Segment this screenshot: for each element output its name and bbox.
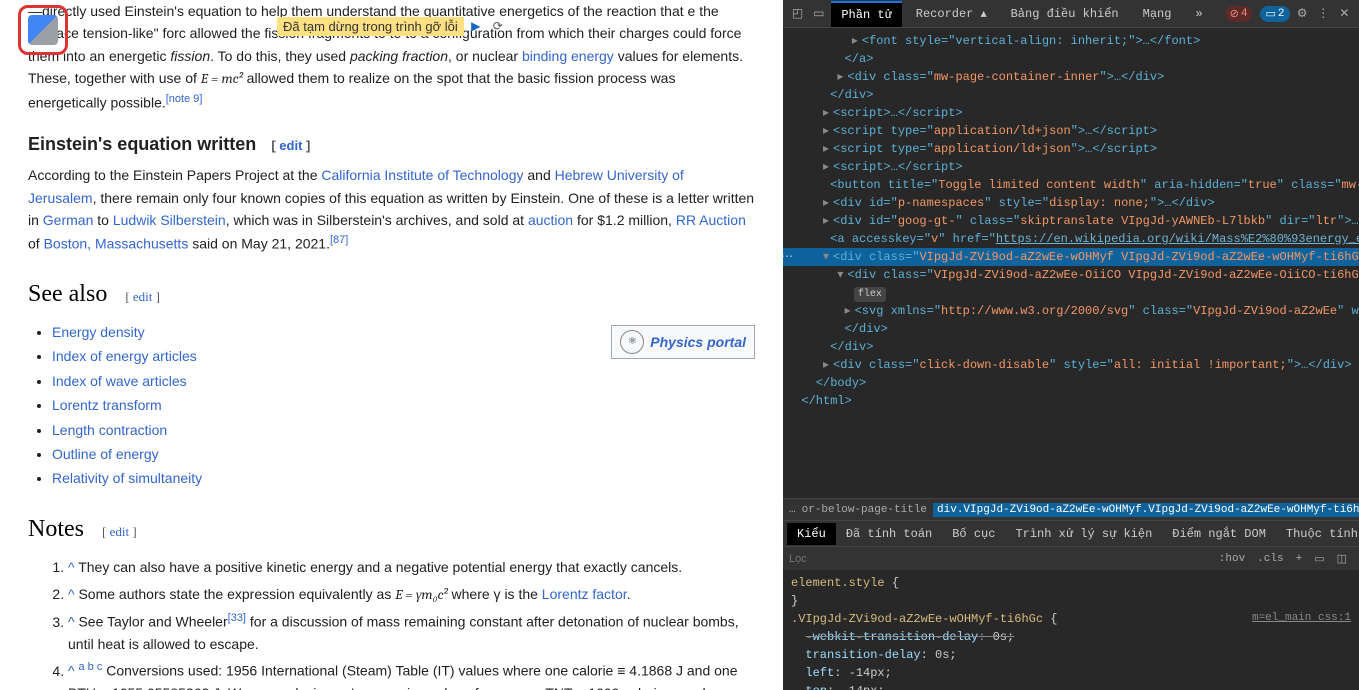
edit-link[interactable]: edit: [133, 289, 153, 304]
portal-link[interactable]: Physics portal: [650, 331, 746, 353]
debug-paused-text: Đã tạm dừng trong trình gỡ lỗi: [277, 17, 464, 36]
list-item[interactable]: Length contraction: [52, 422, 167, 438]
heading-einstein-equation: Einstein's equation written [ edit ]: [28, 130, 755, 159]
tab-elements[interactable]: Phần tử: [831, 1, 901, 27]
info-count-badge[interactable]: ▭ 2: [1260, 6, 1289, 22]
note9-ref[interactable]: [note 9]: [166, 93, 203, 105]
tab-layout[interactable]: Bố cục: [942, 523, 1005, 545]
atom-icon: ⚛: [620, 330, 644, 354]
error-count-badge[interactable]: ⊘ 4: [1225, 6, 1253, 22]
list-item[interactable]: Outline of energy: [52, 446, 159, 462]
physics-portal-box[interactable]: ⚛ Physics portal: [611, 325, 755, 359]
inspect-icon[interactable]: ◰: [789, 4, 806, 24]
bc-item[interactable]: or-below-page-title: [802, 504, 927, 516]
cls-button[interactable]: .cls: [1251, 553, 1289, 565]
resume-icon[interactable]: ▶: [466, 17, 486, 35]
heading-notes: Notes [ edit ]: [28, 510, 755, 548]
google-translate-icon[interactable]: [18, 5, 68, 55]
source-link[interactable]: m=el_main css:1: [1252, 610, 1351, 627]
flex-badge[interactable]: flex: [854, 287, 886, 302]
bc-ellipsis[interactable]: …: [789, 504, 796, 516]
styles-pane[interactable]: element.style { } .VIpgJd-ZVi9od-aZ2wEe-…: [783, 570, 1359, 690]
dom-breadcrumb[interactable]: … or-below-page-title div.VIpgJd-ZVi9od-…: [783, 498, 1359, 520]
note-item: ^ Some authors state the expression equi…: [68, 583, 755, 606]
list-item[interactable]: Relativity of simultaneity: [52, 470, 202, 486]
tab-styles[interactable]: Kiểu: [787, 523, 836, 545]
tab-console[interactable]: Bảng điều khiển: [1001, 2, 1129, 26]
list-item[interactable]: Index of energy articles: [52, 348, 197, 364]
binding-energy-link[interactable]: binding energy: [522, 48, 614, 64]
tab-dom-breakpoints[interactable]: Điểm ngắt DOM: [1162, 523, 1276, 545]
panel-icon[interactable]: ◫: [1331, 552, 1353, 566]
notes-list: ^ They can also have a positive kinetic …: [68, 556, 755, 690]
list-item[interactable]: Index of wave articles: [52, 373, 187, 389]
tab-network[interactable]: Mạng: [1133, 2, 1182, 26]
add-rule-icon[interactable]: +: [1290, 553, 1309, 565]
dom-tree[interactable]: ▸<font style="vertical-align: inherit;">…: [783, 28, 1359, 498]
german-link[interactable]: German: [43, 212, 94, 228]
step-over-icon[interactable]: ⟳: [488, 17, 508, 35]
tab-properties[interactable]: Thuộc tính: [1276, 523, 1359, 545]
note-item: ^ They can also have a positive kinetic …: [68, 556, 755, 578]
selected-dom-node[interactable]: ⋯ ▾<div class="VIpgJd-ZVi9od-aZ2wEe-wOHM…: [783, 248, 1359, 266]
device-icon[interactable]: ▭: [1308, 552, 1330, 566]
kebab-icon[interactable]: ⋮: [1315, 4, 1332, 24]
edit-link[interactable]: edit: [110, 524, 130, 539]
hov-button[interactable]: :hov: [1213, 553, 1251, 565]
styles-tabbar: Kiểu Đã tính toán Bố cục Trình xử lý sự …: [783, 520, 1359, 546]
list-item[interactable]: Lorentz transform: [52, 397, 162, 413]
boston-link[interactable]: Boston, Massachusetts: [44, 235, 189, 251]
more-tabs[interactable]: »: [1185, 2, 1212, 26]
note-item: ^ See Taylor and Wheeler[33] for a discu…: [68, 610, 755, 655]
lorentz-factor-link[interactable]: Lorentz factor: [542, 586, 627, 602]
rr-auction-link[interactable]: RR Auction: [676, 212, 746, 228]
heading-see-also: See also [ edit ]: [28, 275, 755, 313]
list-item[interactable]: Energy density: [52, 324, 145, 340]
tab-computed[interactable]: Đã tính toán: [836, 523, 942, 545]
styles-filter-input[interactable]: [789, 553, 1213, 565]
caltech-link[interactable]: California Institute of Technology: [321, 167, 523, 183]
devtools-tabbar: ◰ ▭ Phần tử Recorder ▴ Bảng điều khiển M…: [783, 0, 1359, 28]
ref87[interactable]: [87]: [330, 234, 348, 246]
ref33[interactable]: [33]: [228, 612, 246, 624]
article-body: —directly used Einstein's equation to he…: [28, 0, 755, 690]
auction-link[interactable]: auction: [528, 212, 573, 228]
edit-link[interactable]: edit: [279, 138, 302, 153]
bc-item-selected[interactable]: div.VIpgJd-ZVi9od-aZ2wEe-wOHMyf.VIpgJd-Z…: [933, 503, 1359, 517]
note-item: ^ a b c Conversions used: 1956 Internati…: [68, 659, 755, 690]
gear-icon[interactable]: ⚙: [1294, 4, 1311, 24]
ludwik-link[interactable]: Ludwik Silberstein: [113, 212, 226, 228]
devtools-pane: ◰ ▭ Phần tử Recorder ▴ Bảng điều khiển M…: [783, 0, 1359, 690]
close-icon[interactable]: ✕: [1336, 4, 1353, 24]
paragraph: According to the Einstein Papers Project…: [28, 164, 755, 254]
wikipedia-article-pane: Đã tạm dừng trong trình gỡ lỗi ▶ ⟳ —dire…: [0, 0, 783, 690]
tab-recorder[interactable]: Recorder ▴: [906, 1, 997, 26]
debug-paused-bar: Đã tạm dừng trong trình gỡ lỗi ▶ ⟳: [277, 15, 508, 37]
styles-filter-row: :hov .cls + ▭ ◫: [783, 546, 1359, 570]
tab-listeners[interactable]: Trình xử lý sự kiện: [1005, 523, 1162, 545]
device-icon[interactable]: ▭: [810, 4, 827, 24]
